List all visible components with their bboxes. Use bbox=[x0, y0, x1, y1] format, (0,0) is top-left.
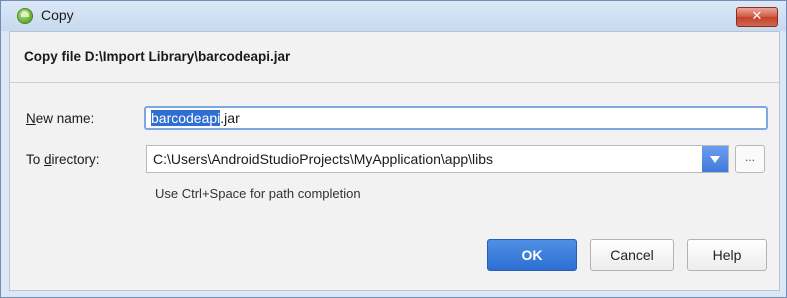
new-name-mnemonic: N bbox=[26, 111, 36, 126]
new-name-selected-text: barcodeapi bbox=[151, 110, 221, 126]
dialog-header: Copy file D:\Import Library\barcodeapi.j… bbox=[10, 32, 779, 83]
new-name-extension: .jar bbox=[220, 110, 240, 126]
to-directory-label-prefix: To bbox=[26, 152, 45, 167]
close-button[interactable]: ✕ bbox=[736, 7, 778, 27]
copy-dialog: Copy ✕ Copy file D:\Import Library\barco… bbox=[0, 0, 787, 298]
to-directory-value: C:\Users\AndroidStudioProjects\MyApplica… bbox=[153, 151, 494, 167]
ok-button[interactable]: OK bbox=[487, 239, 577, 271]
copy-file-heading: Copy file D:\Import Library\barcodeapi.j… bbox=[24, 49, 291, 64]
new-name-label: New name: bbox=[26, 111, 94, 126]
to-directory-mnemonic: d bbox=[44, 152, 52, 167]
dialog-body: Copy file D:\Import Library\barcodeapi.j… bbox=[9, 31, 780, 291]
path-completion-hint: Use Ctrl+Space for path completion bbox=[155, 186, 361, 201]
title-bar[interactable]: Copy ✕ bbox=[1, 1, 786, 31]
to-directory-label: To directory: bbox=[26, 152, 100, 167]
close-icon: ✕ bbox=[751, 9, 763, 24]
chevron-down-icon[interactable] bbox=[702, 146, 728, 172]
cancel-button[interactable]: Cancel bbox=[590, 239, 674, 271]
window-title: Copy bbox=[41, 7, 74, 23]
new-name-label-text: ew name: bbox=[35, 111, 95, 126]
to-directory-label-text: irectory: bbox=[51, 152, 100, 167]
android-studio-icon bbox=[17, 8, 33, 24]
browse-button[interactable]: ... bbox=[735, 145, 765, 173]
new-name-input[interactable]: barcodeapi.jar bbox=[144, 106, 768, 130]
help-button[interactable]: Help bbox=[687, 239, 767, 271]
to-directory-combobox[interactable]: C:\Users\AndroidStudioProjects\MyApplica… bbox=[146, 145, 729, 173]
